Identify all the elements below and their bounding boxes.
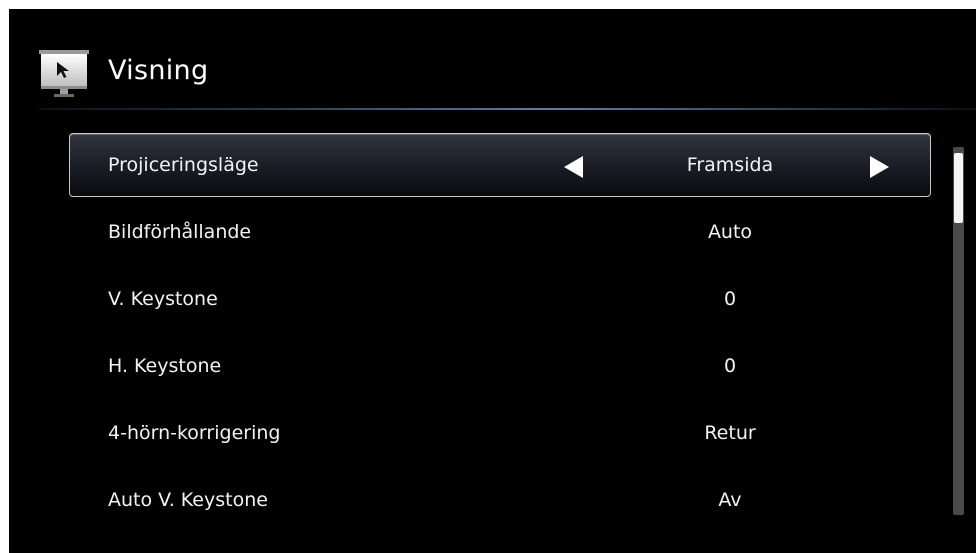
menu-item-h-keystone[interactable]: H. Keystone 0 xyxy=(69,334,931,401)
menu-item-label: V. Keystone xyxy=(108,288,218,310)
menu-item-4-horn-korrigering[interactable]: 4-hörn-korrigering Retur xyxy=(69,401,931,468)
menu-item-value: 0 xyxy=(723,288,737,310)
header-divider xyxy=(39,108,976,110)
page-title: Visning xyxy=(108,55,209,86)
menu-item-value: Av xyxy=(718,489,742,511)
menu-item-value: 0 xyxy=(723,355,737,377)
osd-menu-window: Visning Projiceringsläge Framsida Bildfö… xyxy=(9,9,976,553)
settings-list: Projiceringsläge Framsida Bildförhålland… xyxy=(69,133,931,535)
menu-item-value: Framsida xyxy=(686,154,774,176)
triangle-right-icon[interactable] xyxy=(870,156,889,178)
menu-item-label: 4-hörn-korrigering xyxy=(108,422,281,444)
menu-item-label: Projiceringsläge xyxy=(108,154,259,176)
menu-item-projiceringslage[interactable]: Projiceringsläge Framsida xyxy=(69,133,931,197)
menu-header: Visning xyxy=(9,9,976,110)
menu-item-label: Auto V. Keystone xyxy=(108,489,268,511)
triangle-left-icon[interactable] xyxy=(564,156,583,178)
projector-screen-icon xyxy=(39,48,89,98)
menu-item-label: H. Keystone xyxy=(108,355,222,377)
menu-item-v-keystone[interactable]: V. Keystone 0 xyxy=(69,267,931,334)
menu-item-value: Auto xyxy=(707,221,753,243)
menu-item-bildforhallande[interactable]: Bildförhållande Auto xyxy=(69,200,931,267)
menu-item-value: Retur xyxy=(704,422,756,444)
scrollbar-thumb[interactable] xyxy=(954,153,963,223)
menu-item-label: Bildförhållande xyxy=(108,221,252,243)
menu-item-auto-v-keystone[interactable]: Auto V. Keystone Av xyxy=(69,468,931,535)
scrollbar[interactable] xyxy=(953,147,964,515)
